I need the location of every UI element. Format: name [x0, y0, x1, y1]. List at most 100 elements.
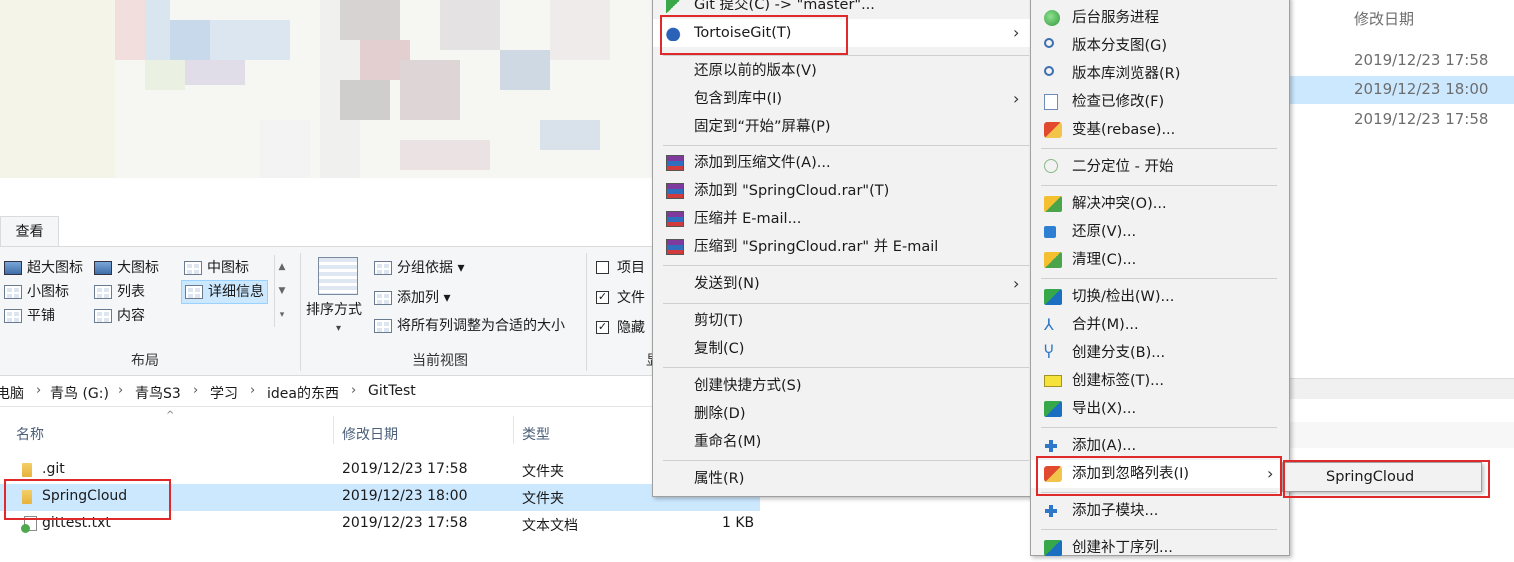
menu-item-merge[interactable]: ⅄ 合并(M)... — [1031, 311, 1289, 339]
layout-scroll[interactable]: ▲ ▼ ▾ — [274, 255, 289, 327]
file-size: 1 KB — [722, 515, 755, 531]
layout-details[interactable]: 详细信息 — [181, 280, 268, 304]
column-header-modified[interactable]: 修改日期 — [1354, 8, 1414, 29]
menu-item-properties[interactable]: 属性(R) — [653, 465, 1031, 493]
chevron-right-icon: › — [1267, 464, 1274, 483]
check-modifications-icon — [1044, 94, 1058, 110]
menu-item-rebase[interactable]: 变基(rebase)... — [1031, 116, 1289, 144]
tortoisegit-submenu: 后台服务进程 版本分支图(G) 版本库浏览器(R) 检查已修改(F) 变基(re… — [1030, 0, 1290, 556]
menu-separator — [663, 367, 1029, 368]
layout-small-icons[interactable]: 小图标 — [4, 281, 69, 303]
menu-item-export[interactable]: 导出(X)... — [1031, 395, 1289, 423]
file-row[interactable]: gittest.txt 2019/12/23 17:58 文本文档 1 KB — [0, 511, 760, 538]
breadcrumb-item[interactable]: idea的东西 — [267, 383, 339, 403]
menu-item-clean[interactable]: 清理(C)... — [1031, 246, 1289, 274]
menu-item-add[interactable]: 添加(A)... — [1031, 432, 1289, 460]
revert-icon — [1044, 226, 1056, 238]
tag-icon — [1044, 375, 1062, 387]
panel-header — [1290, 422, 1514, 448]
menu-item-ignore-springcloud[interactable]: SpringCloud — [1283, 463, 1481, 491]
menu-item-rename[interactable]: 重命名(M) — [653, 428, 1031, 456]
file-modified: 2019/12/23 17:58 — [342, 515, 468, 531]
branch-icon: Ⴤ — [1044, 343, 1054, 362]
medium-icons-icon — [184, 261, 202, 275]
file-name: .git — [42, 461, 65, 477]
menu-item-git-commit[interactable]: Git 提交(C) -> "master"... — [653, 0, 1031, 19]
menu-item-add-archive[interactable]: 添加到压缩文件(A)... — [653, 149, 1031, 177]
menu-item-tag[interactable]: 创建标签(T)... — [1031, 367, 1289, 395]
large-icons-icon — [94, 261, 112, 275]
menu-item-branch[interactable]: Ⴤ 创建分支(B)... — [1031, 339, 1289, 367]
menu-item-bisect[interactable]: 二分定位 - 开始 — [1031, 153, 1289, 181]
menu-item-submodule[interactable]: 添加子模块... — [1031, 497, 1289, 525]
file-row[interactable]: 2019/12/23 17:58 — [1290, 106, 1514, 134]
revision-graph-icon — [1044, 38, 1054, 48]
menu-item-create-patch[interactable]: 创建补丁序列... — [1031, 534, 1289, 562]
menu-item-resolve[interactable]: 解决冲突(O)... — [1031, 190, 1289, 218]
menu-item-send-to[interactable]: 发送到(N) › — [653, 270, 1031, 298]
extension-checkbox[interactable]: ✓ 文件 — [596, 287, 645, 309]
menu-item-ignore[interactable]: 添加到忽略列表(I) › — [1031, 460, 1289, 488]
file-row[interactable]: .git 2019/12/23 17:58 文件夹 — [0, 457, 760, 484]
menu-item-daemon[interactable]: 后台服务进程 — [1031, 4, 1289, 32]
menu-item-pin-start[interactable]: 固定到“开始”屏幕(P) — [653, 113, 1031, 141]
file-row-selected[interactable]: 2019/12/23 18:00 — [1290, 76, 1514, 104]
breadcrumb-item[interactable]: 青鸟S3 — [135, 383, 181, 403]
menu-item-tortoisegit[interactable]: TortoiseGit(T) › — [653, 19, 1031, 47]
winrar-icon — [666, 155, 684, 171]
layout-list[interactable]: 列表 — [94, 281, 145, 303]
content-icon — [94, 309, 112, 323]
text-file-icon — [21, 516, 37, 533]
menu-separator — [1041, 278, 1277, 279]
file-row[interactable]: 2019/12/23 17:58 — [1290, 47, 1514, 75]
layout-tiles[interactable]: 平铺 — [4, 305, 55, 327]
menu-item-cut[interactable]: 剪切(T) — [653, 307, 1031, 335]
menu-item-create-shortcut[interactable]: 创建快捷方式(S) — [653, 372, 1031, 400]
menu-item-compress-rar-email[interactable]: 压缩到 "SpringCloud.rar" 并 E-mail — [653, 233, 1031, 261]
menu-item-add-rar[interactable]: 添加到 "SpringCloud.rar"(T) — [653, 177, 1031, 205]
column-divider[interactable] — [333, 416, 334, 444]
menu-item-delete[interactable]: 删除(D) — [653, 400, 1031, 428]
fit-columns-button[interactable]: 将所有列调整为合适的大小 — [374, 315, 565, 337]
merge-icon: ⅄ — [1044, 315, 1054, 334]
menu-item-compress-email[interactable]: 压缩并 E-mail... — [653, 205, 1031, 233]
layout-large-icons[interactable]: 大图标 — [94, 257, 159, 279]
hidden-items-checkbox[interactable]: ✓ 隐藏 — [596, 317, 645, 339]
group-by-button[interactable]: 分组依据 ▾ — [374, 257, 464, 279]
repo-browser-icon — [1044, 66, 1054, 76]
column-header-modified[interactable]: 修改日期 — [342, 424, 398, 444]
export-icon — [1044, 401, 1062, 417]
item-checkbox[interactable]: 项目 — [596, 257, 645, 279]
column-header-type[interactable]: 类型 — [522, 424, 550, 444]
breadcrumb-item[interactable]: 电脑 — [0, 383, 24, 403]
layout-medium-icons[interactable]: 中图标 — [184, 257, 249, 279]
add-column-button[interactable]: 添加列 ▾ — [374, 287, 450, 309]
sort-icon — [318, 257, 358, 295]
breadcrumb-item[interactable]: 青鸟 (G:) — [50, 383, 109, 403]
file-row-selected[interactable]: SpringCloud 2019/12/23 18:00 文件夹 — [0, 484, 760, 511]
current-view-group-label: 当前视图 — [412, 353, 468, 369]
layout-content[interactable]: 内容 — [94, 305, 145, 327]
chevron-right-icon: › — [36, 383, 42, 398]
menu-item-revert[interactable]: 还原(V)... — [1031, 218, 1289, 246]
layout-extra-large-icons[interactable]: 超大图标 — [4, 257, 83, 279]
sort-button[interactable]: 排序方式 — [306, 299, 362, 319]
divider — [586, 253, 587, 371]
breadcrumb-item[interactable]: 学习 — [210, 383, 238, 403]
menu-item-include-library[interactable]: 包含到库中(I) › — [653, 85, 1031, 113]
menu-item-copy[interactable]: 复制(C) — [653, 335, 1031, 363]
tab-view[interactable]: 查看 — [0, 216, 59, 246]
add-icon — [1044, 440, 1058, 452]
breadcrumb-item[interactable]: GitTest — [368, 383, 416, 399]
menu-item-switch[interactable]: 切换/检出(W)... — [1031, 283, 1289, 311]
menu-item-repo-browser[interactable]: 版本库浏览器(R) — [1031, 60, 1289, 88]
menu-item-restore-previous[interactable]: 还原以前的版本(V) — [653, 57, 1031, 85]
column-header-name[interactable]: 名称 — [16, 424, 44, 444]
checkbox-unchecked — [596, 260, 609, 274]
menu-separator — [663, 460, 1029, 461]
menu-item-revision-graph[interactable]: 版本分支图(G) — [1031, 32, 1289, 60]
column-divider[interactable] — [513, 416, 514, 444]
menu-separator — [1041, 492, 1277, 493]
menu-separator — [663, 303, 1029, 304]
menu-item-check-modifications[interactable]: 检查已修改(F) — [1031, 88, 1289, 116]
